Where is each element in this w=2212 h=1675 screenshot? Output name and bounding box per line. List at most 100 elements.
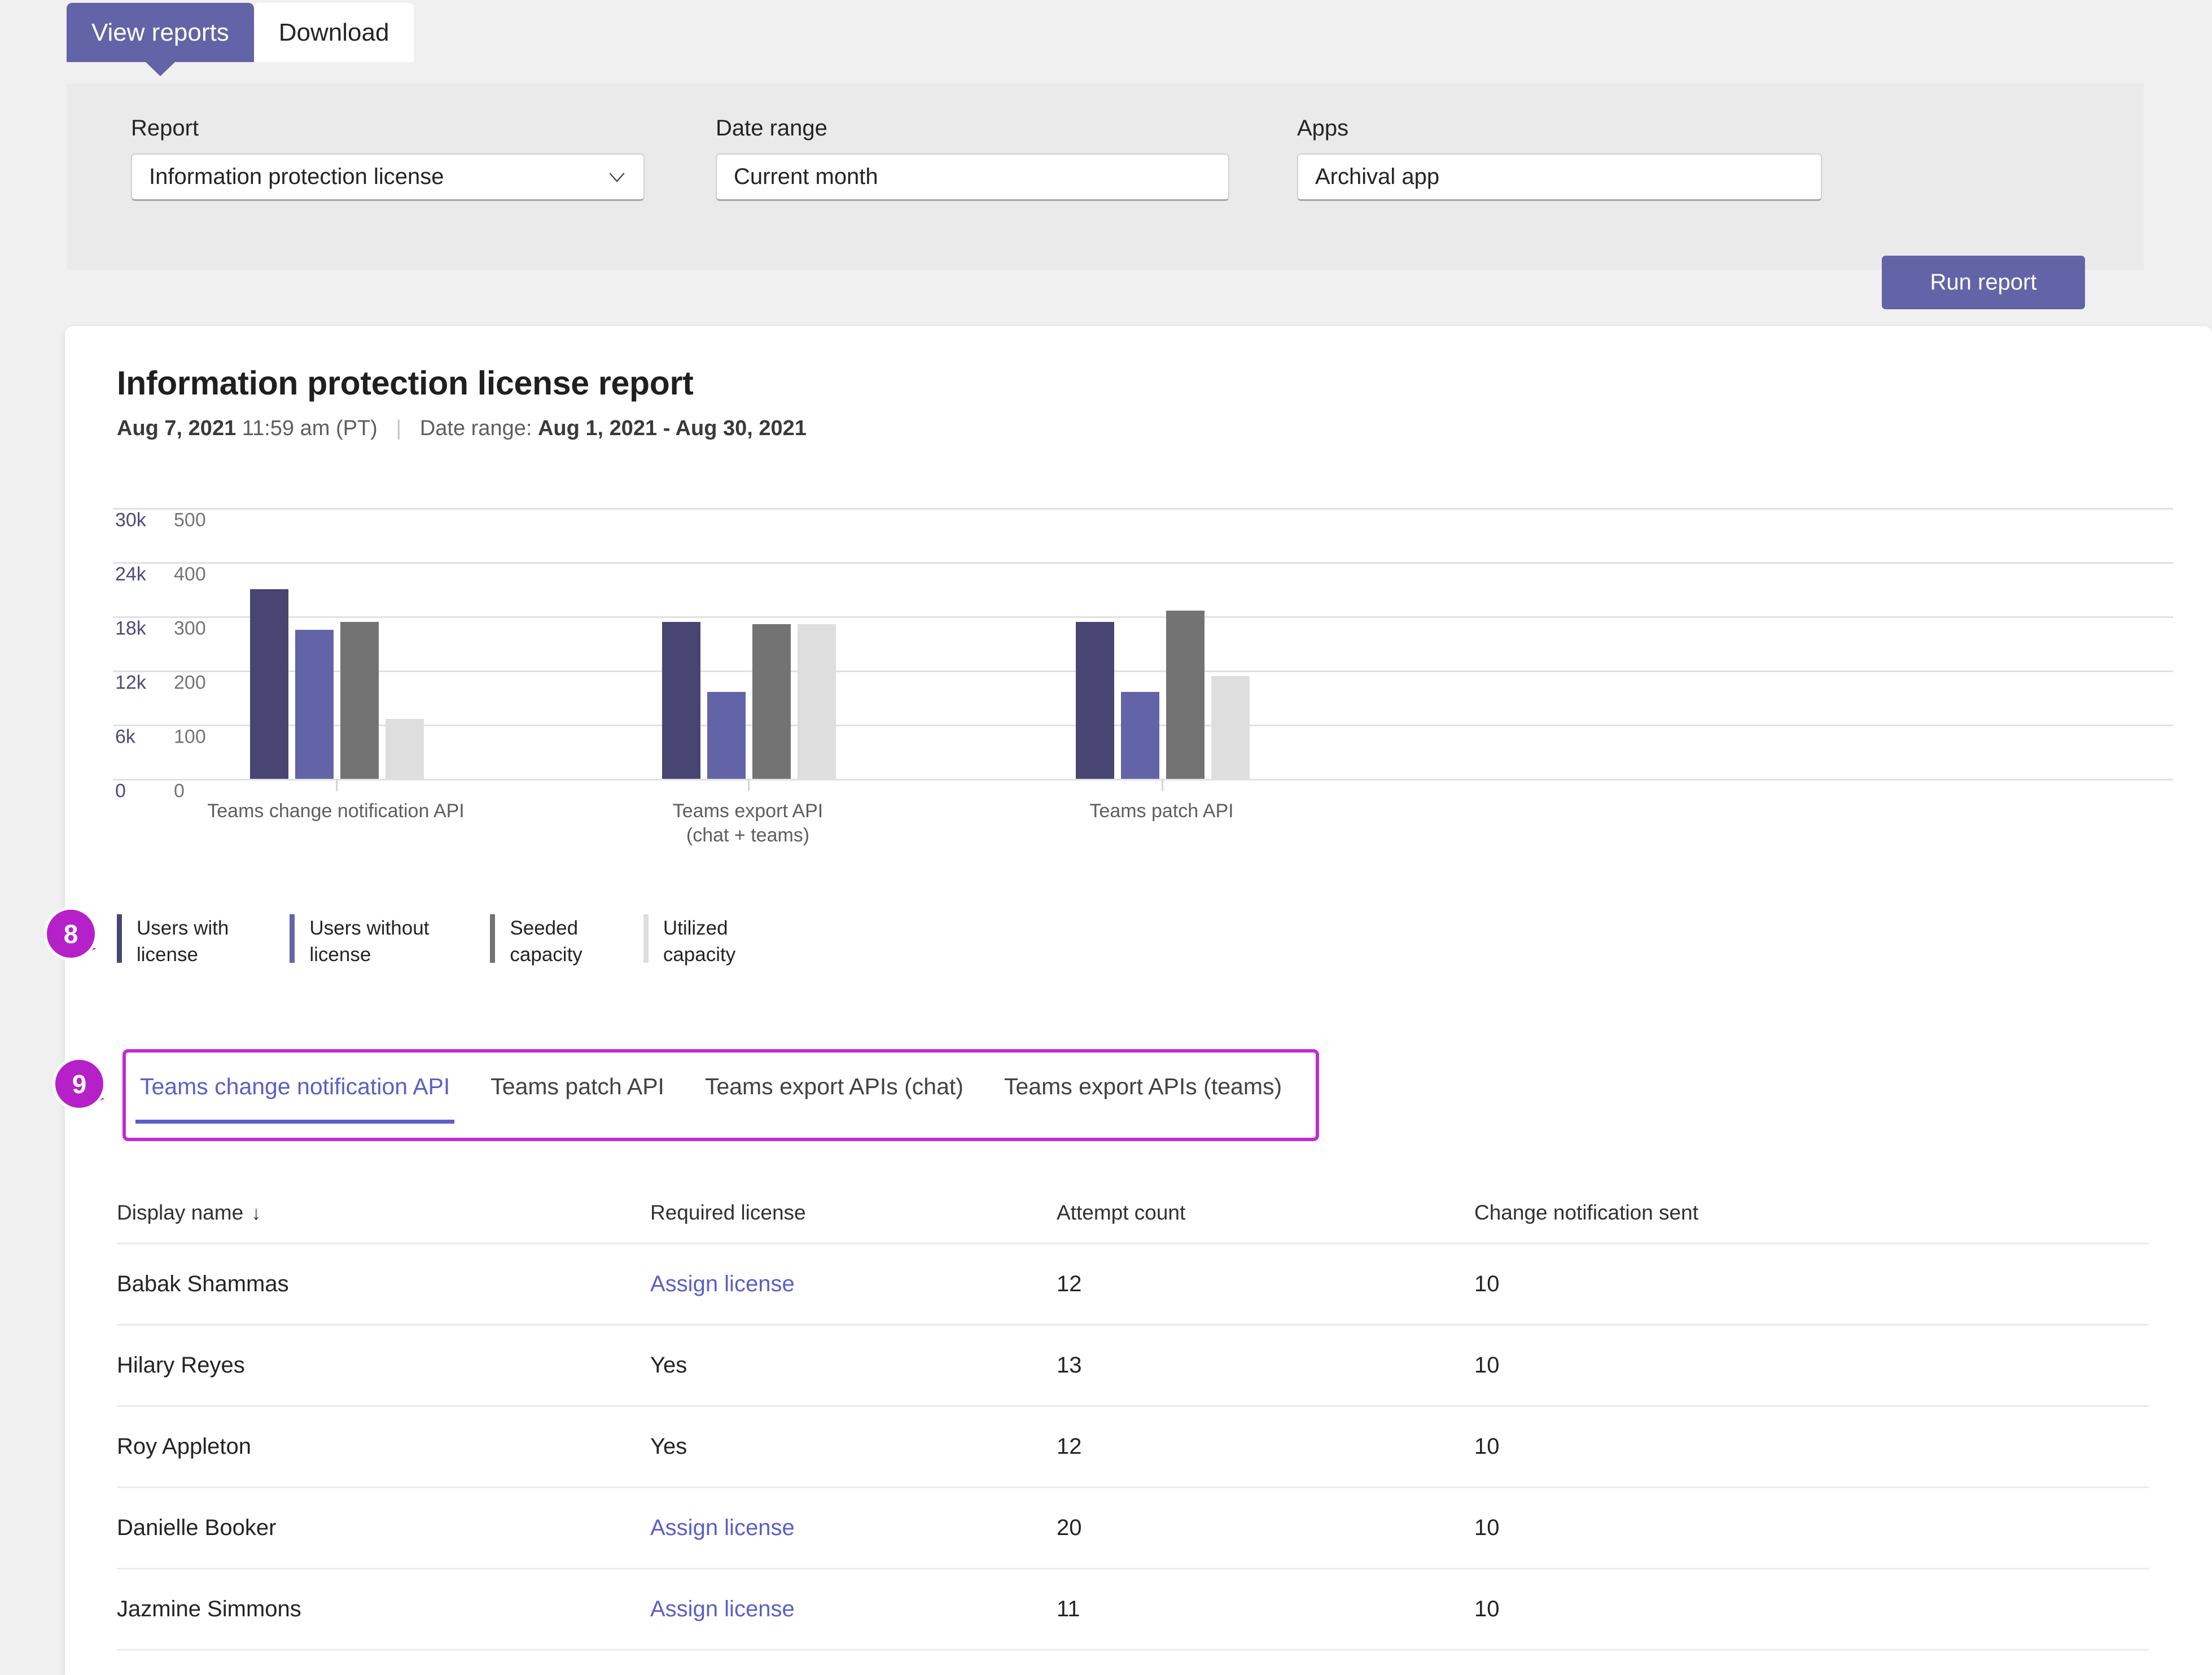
- axis-tick-mark: [1162, 779, 1163, 791]
- chart-bar[interactable]: [1076, 621, 1114, 779]
- detail-tab-2[interactable]: Teams patch API: [486, 1061, 669, 1100]
- page-title: Information protection license report: [117, 365, 694, 402]
- filter-bar: Report Information protection license Da…: [67, 84, 2144, 309]
- generated-time: 11:59 am (PT): [242, 416, 378, 440]
- cell-display-name: Hilary Reyes: [117, 1353, 245, 1378]
- tab-view-reports-label: View reports: [91, 18, 229, 46]
- detail-tab-1[interactable]: Teams change notification API: [135, 1061, 455, 1124]
- chart-bar[interactable]: [798, 624, 836, 779]
- axis-tick-mark: [336, 779, 338, 791]
- legend-label: Users without license: [309, 917, 430, 966]
- column-header-label: Change notification sent: [1474, 1200, 1698, 1224]
- table-row[interactable]: Babak Shammas Assign license 12 10: [117, 1244, 2149, 1326]
- right-axis-tick: 0: [174, 780, 185, 802]
- detail-tab-label: Teams export APIs (teams): [1004, 1073, 1282, 1099]
- chart-bar[interactable]: [1166, 611, 1204, 779]
- detail-tab-label: Teams export APIs (chat): [704, 1073, 963, 1099]
- cell-attempt-count: 12: [1057, 1271, 1082, 1296]
- chart-bar[interactable]: [707, 692, 746, 779]
- date-range-meta-label: Date range:: [419, 416, 532, 440]
- callout-number: 9: [72, 1069, 87, 1099]
- date-range-value: Current month: [734, 164, 878, 189]
- report-meta: Aug 7, 2021 11:59 am (PT) | Date range: …: [117, 416, 807, 441]
- cell-required-license: Yes: [650, 1434, 687, 1459]
- report-filter-label: Report: [131, 116, 199, 141]
- date-range-input[interactable]: Current month: [716, 154, 1229, 201]
- sort-descending-icon: ↓: [251, 1202, 261, 1224]
- cell-change-notification-sent: 10: [1474, 1515, 1500, 1540]
- gridline: [113, 779, 2173, 781]
- column-header-2[interactable]: Attempt count: [1057, 1201, 1474, 1225]
- detail-tab-label: Teams patch API: [490, 1073, 664, 1099]
- assign-license-link[interactable]: Assign license: [650, 1271, 1057, 1297]
- report-dropdown-value: Information protection license: [149, 164, 444, 189]
- cell-display-name: Jazmine Simmons: [117, 1597, 301, 1621]
- report-dropdown[interactable]: Information protection license: [131, 154, 645, 201]
- legend-label: Utilized capacity: [663, 917, 736, 966]
- chart-bar[interactable]: [662, 621, 700, 779]
- chart-category-label: Teams change notification API: [207, 800, 465, 822]
- cell-display-name: Roy Appleton: [117, 1434, 251, 1459]
- chart-bar[interactable]: [1211, 676, 1250, 779]
- detail-tab-label: Teams change notification API: [140, 1073, 450, 1099]
- legend-swatch-icon: [290, 914, 295, 963]
- apps-input[interactable]: Archival app: [1297, 154, 1822, 201]
- top-tab-group: View reports Download: [67, 3, 414, 76]
- chevron-down-icon: [609, 172, 625, 182]
- cell-display-name: Danielle Booker: [117, 1515, 277, 1540]
- chart-legend: Users with license Users without license S…: [117, 914, 796, 968]
- legend-item[interactable]: Seeded capacity: [490, 914, 582, 968]
- legend-item[interactable]: Utilized capacity: [643, 914, 735, 968]
- tab-view-reports[interactable]: View reports: [67, 3, 254, 76]
- table-row[interactable]: Jazmine Simmons Assign license 11 10: [117, 1569, 2149, 1651]
- callout-number: 8: [63, 919, 78, 949]
- callout-badge-9: 9: [52, 1057, 106, 1115]
- date-range-meta-value: Aug 1, 2021 - Aug 30, 2021: [537, 416, 807, 440]
- chart-category-label: Teams export API (chat + teams): [672, 800, 824, 846]
- tab-download[interactable]: Download: [253, 3, 414, 62]
- legend-item[interactable]: Users without license: [290, 914, 429, 968]
- callout-badge-8: 8: [44, 907, 98, 965]
- detail-tab-3[interactable]: Teams export APIs (chat): [700, 1061, 968, 1100]
- generated-date: Aug 7, 2021: [117, 416, 236, 440]
- date-range-filter: Date range Current month: [716, 116, 1229, 201]
- legend-label: Users with license: [137, 917, 229, 966]
- legend-swatch-icon: [490, 914, 496, 963]
- tab-pointer-icon: [144, 61, 176, 76]
- chart-bar[interactable]: [295, 630, 334, 779]
- cell-attempt-count: 13: [1057, 1353, 1082, 1378]
- apps-value: Archival app: [1315, 164, 1440, 189]
- apps-filter: Apps Archival app: [1297, 116, 1822, 201]
- column-header-0[interactable]: Display name ↓: [117, 1201, 650, 1225]
- run-report-button[interactable]: Run report: [1882, 256, 2085, 309]
- table-row[interactable]: Roy Appleton Yes 12 10: [117, 1407, 2149, 1488]
- assign-license-link[interactable]: Assign license: [650, 1597, 1057, 1622]
- table-row[interactable]: Hilary Reyes Yes 13 10: [117, 1326, 2149, 1407]
- report-filter: Report Information protection license: [131, 116, 645, 201]
- column-header-label: Display name: [117, 1200, 244, 1224]
- left-axis-tick: 0: [115, 780, 126, 802]
- chart-bar[interactable]: [250, 589, 288, 779]
- chart-bar[interactable]: [340, 621, 379, 779]
- cell-change-notification-sent: 10: [1474, 1353, 1500, 1378]
- cell-attempt-count: 20: [1057, 1515, 1082, 1540]
- cell-change-notification-sent: 10: [1474, 1434, 1500, 1459]
- table-row[interactable]: Krystal McKinneyAssign license410: [117, 1651, 2149, 1675]
- assign-license-link[interactable]: Assign license: [650, 1515, 1057, 1541]
- chart-plot-area: [113, 508, 2173, 779]
- chart-bar[interactable]: [386, 719, 424, 779]
- legend-item[interactable]: Users with license: [117, 914, 229, 968]
- column-header-label: Attempt count: [1057, 1200, 1186, 1224]
- chart-bar[interactable]: [1121, 692, 1159, 779]
- cell-display-name: Babak Shammas: [117, 1271, 289, 1296]
- legend-swatch-icon: [643, 914, 649, 963]
- chart-bar[interactable]: [752, 624, 791, 779]
- column-header-3[interactable]: Change notification sent: [1474, 1201, 1982, 1225]
- column-header-1[interactable]: Required license: [650, 1201, 1057, 1225]
- legend-label: Seeded capacity: [510, 917, 582, 966]
- detail-tab-4[interactable]: Teams export APIs (teams): [1000, 1061, 1286, 1100]
- detail-tab-group: Teams change notification API Teams patch…: [135, 1061, 1318, 1129]
- table-row[interactable]: Danielle Booker Assign license 20 10: [117, 1488, 2149, 1569]
- report-page: View reports Download Report Information…: [0, 0, 2212, 1675]
- column-header-label: Required license: [650, 1200, 806, 1224]
